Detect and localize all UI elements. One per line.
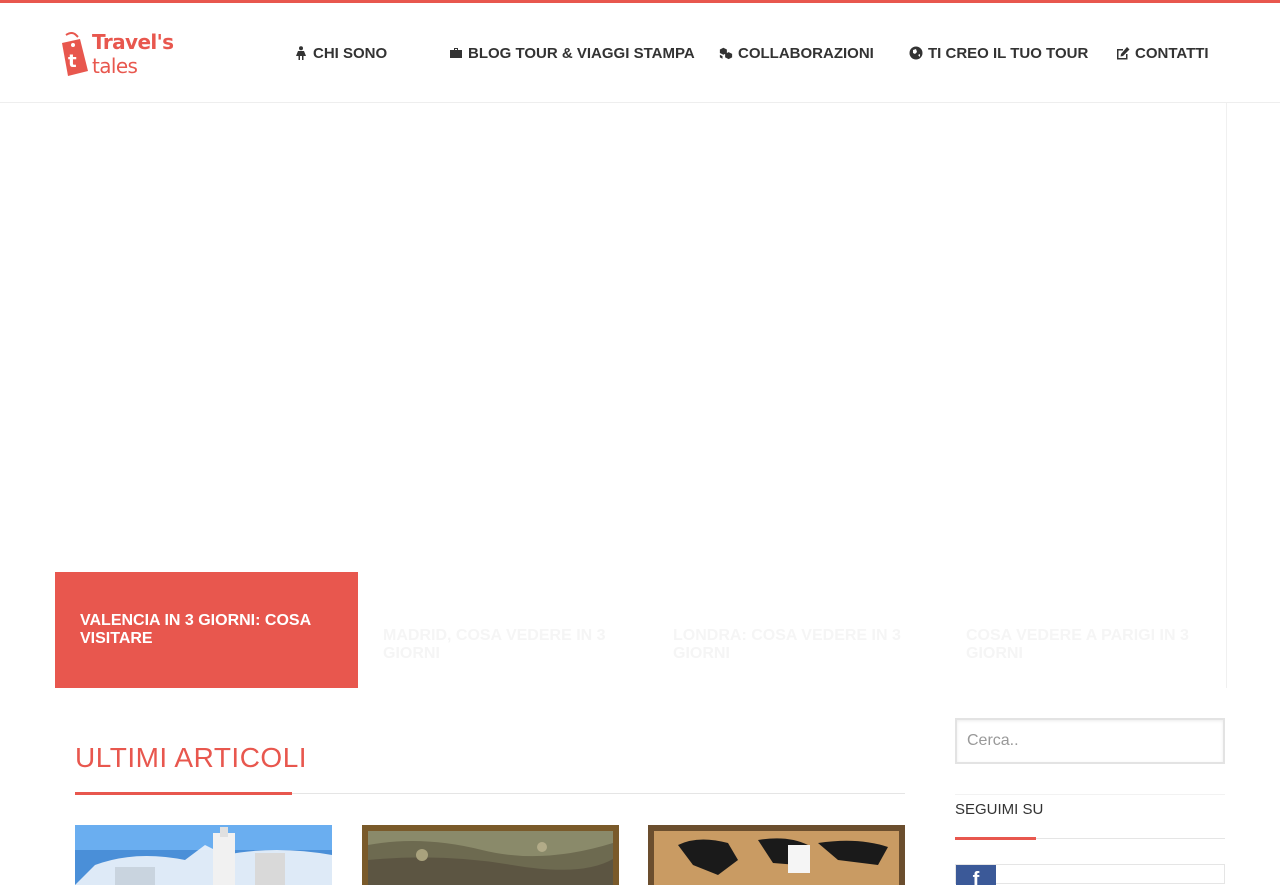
svg-text:t: t: [68, 51, 77, 72]
nav-chi-sono[interactable]: CHI SONO: [294, 43, 387, 63]
nav-label: CONTATTI: [1135, 44, 1209, 62]
slide-tab-madrid[interactable]: MADRID, COSA VEDERE IN 3 GIORNI: [358, 572, 648, 688]
featured-slider: VALENCIA IN 3 GIORNI: COSA VISITARE MADR…: [55, 103, 1227, 688]
social-links: f: [955, 864, 1225, 885]
section-title: ULTIMI ARTICOLI: [75, 720, 905, 795]
article-thumbnails: [75, 825, 905, 885]
slide-tab-label: MADRID, COSA VEDERE IN 3 GIORNI: [383, 627, 606, 662]
globe-icon: [909, 46, 923, 60]
nav-label: COLLABORAZIONI: [738, 44, 874, 62]
edit-icon: [1117, 47, 1130, 60]
latest-articles: ULTIMI ARTICOLI: [75, 720, 905, 885]
nav-blog-tour[interactable]: BLOG TOUR & VIAGGI STAMPA: [449, 43, 695, 63]
slide-tab-valencia[interactable]: VALENCIA IN 3 GIORNI: COSA VISITARE: [55, 572, 358, 688]
nav-label: CHI SONO: [313, 44, 388, 62]
slide-tab-label: VALENCIA IN 3 GIORNI: COSA VISITARE: [80, 612, 311, 647]
follow-widget-title: SEGUIMI SU: [955, 794, 1225, 840]
slide-tab-label: LONDRA: COSA VEDERE IN 3 GIORNI: [673, 627, 901, 662]
search-placeholder: Cerca..: [967, 732, 1019, 749]
site-header: t Travel's tales CHI SONO BLOG TOUR & VI…: [0, 3, 1280, 103]
site-logo[interactable]: t Travel's tales: [58, 30, 223, 78]
slide-tab-label: COSA VEDERE A PARIGI IN 3 GIORNI: [966, 627, 1189, 662]
widget-title-underline: [955, 837, 1036, 840]
nav-contatti[interactable]: CONTATTI: [1116, 43, 1209, 63]
nav-ti-creo-tour[interactable]: TI CREO IL TUO TOUR: [909, 43, 1088, 63]
nav-label: BLOG TOUR & VIAGGI STAMPA: [468, 44, 695, 62]
slide-tab-parigi[interactable]: COSA VEDERE A PARIGI IN 3 GIORNI: [941, 572, 1227, 688]
facebook-icon[interactable]: f: [956, 865, 996, 885]
sidebar: Cerca.. SEGUIMI SU f: [955, 718, 1225, 885]
article-thumb-painting[interactable]: [362, 825, 619, 885]
nav-label: TI CREO IL TUO TOUR: [928, 44, 1089, 62]
article-thumb-world-map[interactable]: [648, 825, 905, 885]
female-icon: [296, 46, 306, 60]
nav-collaborazioni[interactable]: COLLABORAZIONI: [719, 43, 874, 63]
title-underline: [75, 792, 292, 795]
luggage-tag-icon: t: [58, 31, 90, 77]
site-wordmark: Travel's tales: [92, 30, 174, 78]
cubes-icon: [719, 47, 733, 60]
article-thumb-city[interactable]: [75, 825, 332, 885]
slide-tab-londra[interactable]: LONDRA: COSA VEDERE IN 3 GIORNI: [648, 572, 941, 688]
briefcase-icon: [450, 48, 462, 58]
search-input[interactable]: Cerca..: [955, 718, 1225, 764]
